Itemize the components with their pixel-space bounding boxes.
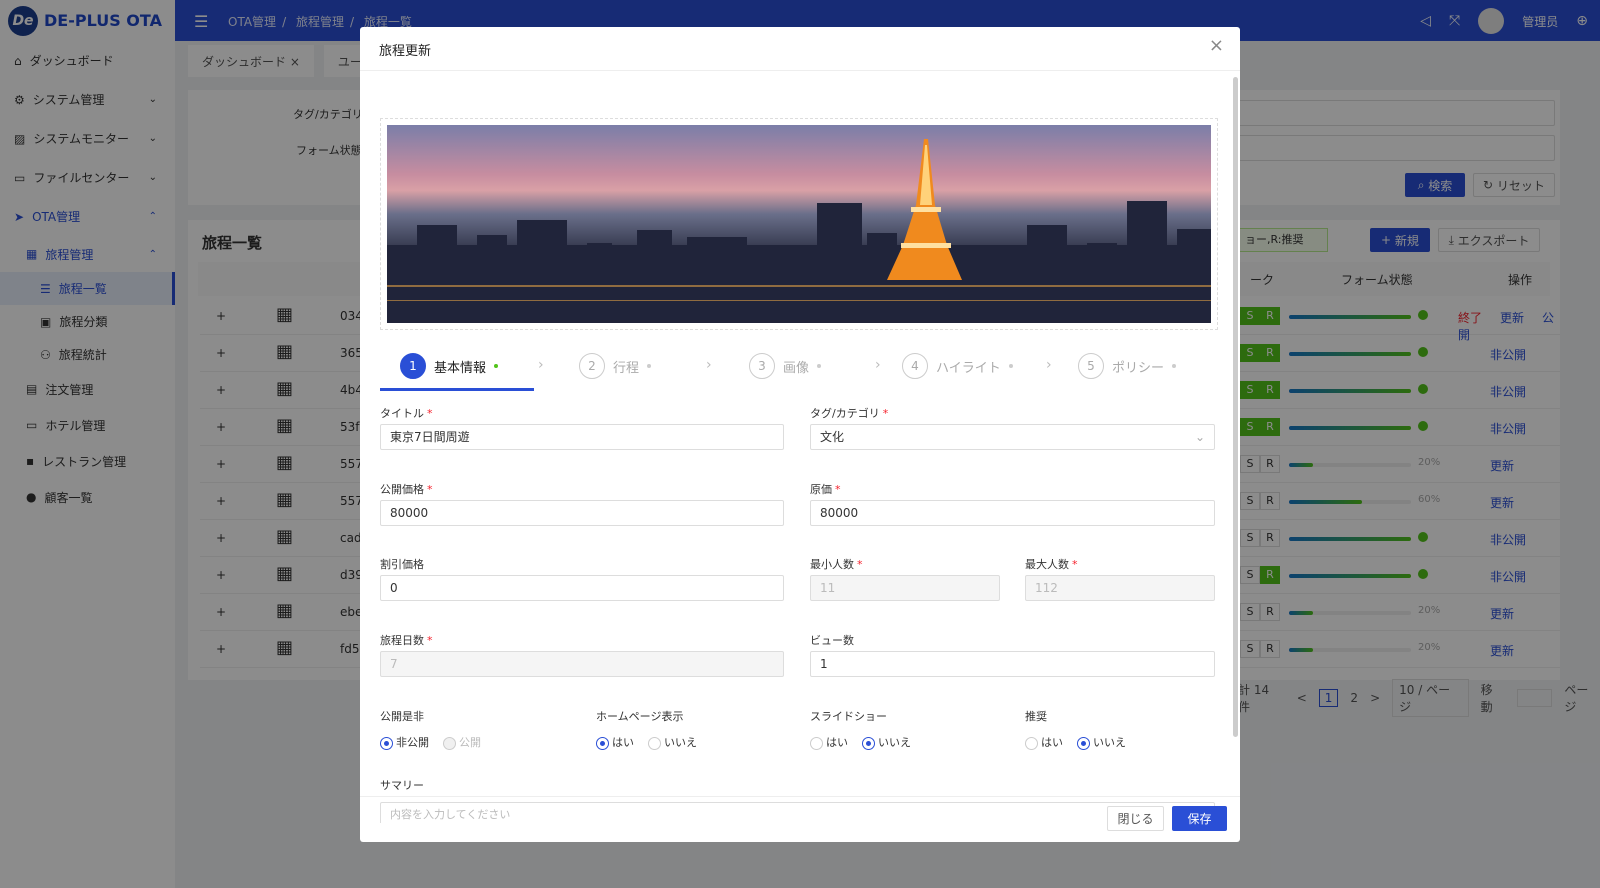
chevron-right-icon: › <box>875 357 881 373</box>
radio-private[interactable]: 非公開 <box>380 734 429 750</box>
homepage-label: ホームページ表示 <box>596 710 684 723</box>
scrollbar[interactable] <box>1233 77 1238 737</box>
radio-recommend-no[interactable]: いいえ <box>1077 734 1126 750</box>
cost-label: 原価 * <box>810 483 841 496</box>
days-input: 7 <box>380 651 784 677</box>
max-people-input: 112 <box>1025 575 1215 601</box>
min-people-label: 最小人数 * <box>810 558 863 571</box>
step-policy[interactable]: 5 ポリシー <box>1078 353 1177 379</box>
radio-slideshow-no[interactable]: いいえ <box>862 734 911 750</box>
summary-textarea[interactable]: 内容を入力してください <box>380 802 1215 823</box>
modal-body: 1 基本情報 › 2 行程 › 3 画像 › 4 ハイライト › 5 ポリシー タイトル *… <box>360 71 1230 823</box>
summary-label: サマリー <box>380 779 424 792</box>
tag-label: タグ/カテゴリ * <box>810 407 889 420</box>
modal-title: 旅程更新 <box>379 44 432 59</box>
title-input[interactable]: 東京7日間周遊 <box>380 424 784 450</box>
chevron-right-icon: › <box>706 357 712 373</box>
discount-label: 割引価格 <box>380 558 424 571</box>
title-label: タイトル * <box>380 407 433 420</box>
homepage-radio-group: はい いいえ <box>596 734 697 750</box>
publish-label: 公開是非 <box>380 710 424 723</box>
step-basic-info[interactable]: 1 基本情報 <box>400 353 499 379</box>
chevron-right-icon: › <box>1046 357 1052 373</box>
step-navigator: 1 基本情報 › 2 行程 › 3 画像 › 4 ハイライト › 5 ポリシー <box>380 353 1218 393</box>
tag-select[interactable]: 文化 ⌄ <box>810 424 1215 450</box>
min-people-input: 11 <box>810 575 1000 601</box>
cover-image <box>387 125 1211 323</box>
slideshow-label: スライドショー <box>810 710 887 723</box>
cover-image-uploader[interactable] <box>380 118 1218 330</box>
recommend-radio-group: はい いいえ <box>1025 734 1126 750</box>
tokyo-tower-image <box>387 139 1211 323</box>
radio-recommend-yes[interactable]: はい <box>1025 734 1063 750</box>
step-itinerary[interactable]: 2 行程 <box>579 353 652 379</box>
radio-homepage-no[interactable]: いいえ <box>648 734 697 750</box>
close-button[interactable]: 閉じる <box>1107 806 1164 831</box>
slideshow-radio-group: はい いいえ <box>810 734 911 750</box>
public-price-input[interactable]: 80000 <box>380 500 784 526</box>
active-step-indicator <box>380 388 534 391</box>
publish-radio-group: 非公開 公開 <box>380 734 481 750</box>
views-input[interactable]: 1 <box>810 651 1215 677</box>
step-images[interactable]: 3 画像 <box>749 353 822 379</box>
views-label: ビュー数 <box>810 634 854 647</box>
close-icon[interactable]: × <box>1209 35 1224 56</box>
discount-input[interactable]: 0 <box>380 575 784 601</box>
step-highlights[interactable]: 4 ハイライト <box>902 353 1013 379</box>
chevron-down-icon: ⌄ <box>1194 430 1205 444</box>
cost-input[interactable]: 80000 <box>810 500 1215 526</box>
days-label: 旅程日数 * <box>380 634 433 647</box>
chevron-right-icon: › <box>538 357 544 373</box>
save-button[interactable]: 保存 <box>1172 806 1227 831</box>
radio-public: 公開 <box>443 734 481 750</box>
max-people-label: 最大人数 * <box>1025 558 1078 571</box>
public-price-label: 公開価格 * <box>380 483 433 496</box>
radio-homepage-yes[interactable]: はい <box>596 734 634 750</box>
recommend-label: 推奨 <box>1025 710 1047 723</box>
radio-slideshow-yes[interactable]: はい <box>810 734 848 750</box>
itinerary-update-modal: 旅程更新 × 1 基本情報 › 2 行程 › 3 画像 › 4 ハイライト › … <box>360 27 1240 842</box>
